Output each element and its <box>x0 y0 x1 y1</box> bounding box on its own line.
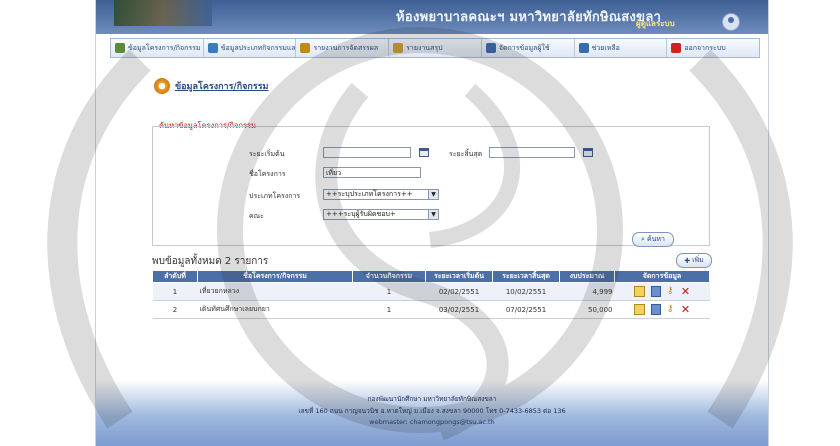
column-header: ชื่อโครงการ/กิจกรรม <box>197 270 353 283</box>
logout-icon <box>671 43 682 53</box>
key-icon[interactable]: ⚷ <box>667 305 675 314</box>
search-button[interactable]: ⌕ ค้นหา <box>632 232 674 247</box>
footer: กองพัฒนานักศึกษา มหาวิทยาลัยทักษิณสงขลา … <box>96 380 768 446</box>
start-date: 02/02/2551 <box>425 282 493 301</box>
page-heading: ข้อมูลโครงการ/กิจกรรม <box>154 78 269 94</box>
faculty-value: +++ระบุผู้รับผิดชอบ+ <box>326 210 396 218</box>
project-name: เที่ยวยกหลวง <box>197 282 353 301</box>
faculty-select[interactable]: +++ระบุผู้รับผิดชอบ+ ▼ <box>323 209 439 220</box>
table-row: 1 เที่ยวยกหลวง 1 02/02/2551 10/02/2551 4… <box>152 282 710 301</box>
table-row: 2 เดินทัศนศึกษาเลยบกยา 1 03/02/2551 07/0… <box>152 300 710 319</box>
nav-item-logout[interactable]: ออกจากระบบ <box>667 39 759 57</box>
chevron-down-icon: ▼ <box>428 190 438 199</box>
edit-icon[interactable] <box>633 286 645 297</box>
search-button-label: ค้นหา <box>646 235 665 243</box>
nav-item-projects[interactable]: ข้อมูลโครงการ/กิจกรรม <box>111 39 204 57</box>
column-header: งบประมาณ <box>559 270 615 283</box>
row-actions: ⚷ ✕ <box>614 300 710 319</box>
nav-label: ข้อมูลประเภทกิจกรรมและโครงการ <box>220 43 296 52</box>
column-header: ลำดับที่ <box>152 270 198 283</box>
project-name-label: ชื่อโครงการ <box>249 170 286 178</box>
header-banner: ห้องพยาบาลคณะฯ มหาวิทยาลัยทักษิณสงขลา ผู… <box>96 0 768 34</box>
chevron-down-icon: ▼ <box>428 210 438 219</box>
end-date: 07/02/2551 <box>492 300 560 319</box>
result-count-title: พบข้อมูลทั้งหมด 2 รายการ <box>152 256 269 267</box>
key-icon[interactable]: ⚷ <box>667 287 675 296</box>
project-name: เดินทัศนศึกษาเลยบกยา <box>197 300 353 319</box>
app-window: ห้องพยาบาลคณะฯ มหาวิทยาลัยทักษิณสงขลา ผู… <box>95 0 769 446</box>
faculty-label: คณะ <box>249 212 264 220</box>
activity-count: 1 <box>352 300 426 319</box>
end-date-input[interactable] <box>489 147 575 158</box>
add-icon: ✚ <box>684 256 691 265</box>
end-date-label: ระยะสิ้นสุด <box>449 150 483 158</box>
folder-icon <box>115 43 125 53</box>
nav-item-help[interactable]: ช่วยเหลือ <box>575 39 668 57</box>
activity-count: 1 <box>352 282 426 301</box>
banner-image <box>114 0 212 26</box>
nav-item-summary[interactable]: รายงานสรุป <box>389 39 482 57</box>
project-name-input[interactable]: เที่ยว <box>323 167 421 178</box>
main-nav: ข้อมูลโครงการ/กิจกรรม ข้อมูลประเภทกิจกรร… <box>110 38 760 58</box>
nav-label: ออกจากระบบ <box>684 43 726 52</box>
delete-icon[interactable]: ✕ <box>681 304 690 315</box>
footer-webmaster: webmaster: chamongpongs@tsu.ac.th <box>369 418 495 426</box>
start-date-input[interactable] <box>323 147 411 158</box>
project-type-select[interactable]: ++ระบุประเภทโครงการ++ ▼ <box>323 189 439 200</box>
footer-org: กองพัฒนานักศึกษา มหาวิทยาลัยทักษิณสงขลา <box>367 395 497 403</box>
table-header-row: ลำดับที่ ชื่อโครงการ/กิจกรรม จำนวนกิจกรร… <box>152 270 710 283</box>
add-button[interactable]: ✚ เพิ่ม <box>676 253 712 268</box>
column-header: จำนวนกิจกรรม <box>352 270 426 283</box>
search-form: ระยะเริ่มต้น ระยะสิ้นสุด ชื่อโครงการ เที… <box>152 126 710 246</box>
project-type-value: ++ระบุประเภทโครงการ++ <box>326 190 413 198</box>
report-icon <box>300 43 311 53</box>
row-number: 2 <box>152 300 198 319</box>
budget: 4,999 <box>559 282 615 301</box>
calendar-icon[interactable] <box>583 148 593 157</box>
nav-label: รายงานการจัดสรรผล <box>313 43 379 52</box>
view-icon[interactable] <box>650 304 661 315</box>
user-role-label: ผู้ดูแลระบบ <box>636 19 675 28</box>
nav-label: รายงานสรุป <box>406 43 443 52</box>
calendar-icon[interactable] <box>419 148 429 157</box>
column-header: จัดการข้อมูล <box>614 270 710 283</box>
nav-label: จัดการข้อมูลผู้ใช้ <box>498 43 550 52</box>
page-title: ข้อมูลโครงการ/กิจกรรม <box>175 82 269 92</box>
nav-item-project-types[interactable]: ข้อมูลประเภทกิจกรรมและโครงการ <box>204 39 297 57</box>
start-date: 03/02/2551 <box>425 300 493 319</box>
row-actions: ⚷ ✕ <box>614 282 710 301</box>
nav-item-users[interactable]: จัดการข้อมูลผู้ใช้ <box>482 39 575 57</box>
nav-item-allocation-report[interactable]: รายงานการจัดสรรผล <box>296 39 390 57</box>
users-icon <box>485 43 496 53</box>
project-type-label: ประเภทโครงการ <box>249 192 301 200</box>
nav-label: ช่วยเหลือ <box>591 43 620 52</box>
column-header: ระยะเวลาเริ่มต้น <box>425 270 493 283</box>
start-date-label: ระยะเริ่มต้น <box>249 150 285 158</box>
end-date: 10/02/2551 <box>492 282 560 301</box>
nav-label: ข้อมูลโครงการ/กิจกรรม <box>128 43 201 52</box>
user-avatar-icon[interactable] <box>722 13 740 31</box>
column-header: ระยะเวลาสิ้นสุด <box>492 270 560 283</box>
help-icon <box>578 43 589 53</box>
results-table: ลำดับที่ ชื่อโครงการ/กิจกรรม จำนวนกิจกรร… <box>152 270 710 319</box>
list-icon <box>207 43 218 53</box>
budget: 50,000 <box>559 300 615 319</box>
view-icon[interactable] <box>650 286 661 297</box>
footer-address: เลขที่ 160 ถนน กาญจนวนิช อ.หาดใหญ่ ม.เมื… <box>298 407 566 415</box>
row-number: 1 <box>152 282 198 301</box>
gear-icon <box>154 78 170 94</box>
app-title: ห้องพยาบาลคณะฯ มหาวิทยาลัยทักษิณสงขลา <box>396 10 662 25</box>
delete-icon[interactable]: ✕ <box>681 286 690 297</box>
search-icon: ⌕ <box>641 235 645 243</box>
add-button-label: เพิ่ม <box>692 256 704 264</box>
edit-icon[interactable] <box>633 304 645 315</box>
chart-icon <box>393 43 404 53</box>
